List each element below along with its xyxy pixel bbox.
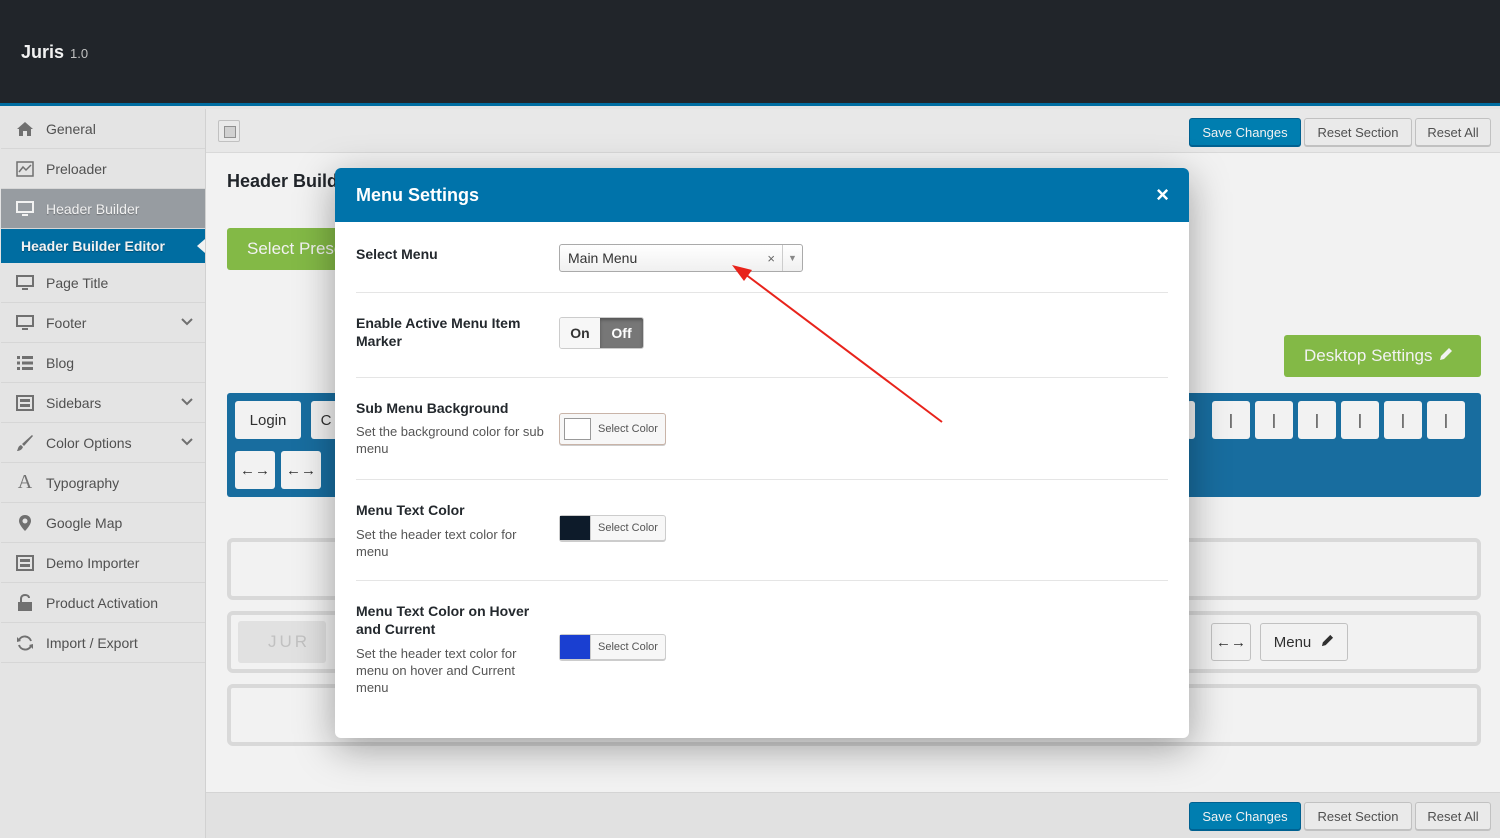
menu-settings-modal: Menu Settings × Select Menu Main Menu × …: [335, 168, 1189, 738]
menu-hover-color-picker[interactable]: Select Color: [559, 634, 666, 660]
menu-select-value: Main Menu: [568, 250, 638, 266]
clear-icon[interactable]: ×: [767, 251, 775, 266]
chevron-down-icon[interactable]: ▼: [782, 245, 802, 271]
select-color-label: Select Color: [598, 522, 658, 534]
menu-hover-color-field: Menu Text Color on Hover and Current Set…: [356, 581, 1168, 738]
toggle-off-option[interactable]: Off: [600, 318, 643, 348]
close-icon[interactable]: ×: [1156, 184, 1169, 206]
menu-hover-color-description: Set the header text color for menu on ho…: [356, 646, 517, 695]
color-swatch: [564, 418, 591, 440]
sub-menu-bg-field: Sub Menu Background Set the background c…: [356, 378, 1168, 480]
active-marker-toggle[interactable]: On Off: [559, 317, 644, 349]
menu-hover-color-label: Menu Text Color on Hover and Current: [356, 603, 530, 637]
menu-text-color-label: Menu Text Color: [356, 502, 465, 518]
select-color-label: Select Color: [598, 641, 658, 653]
menu-text-color-description: Set the header text color for menu: [356, 527, 517, 559]
select-color-label: Select Color: [598, 423, 658, 435]
sub-menu-bg-description: Set the background color for sub menu: [356, 424, 544, 456]
active-marker-field: Enable Active Menu Item Marker: [356, 293, 1168, 378]
menu-text-color-field: Menu Text Color Set the header text colo…: [356, 480, 1168, 581]
sub-menu-bg-label: Sub Menu Background: [356, 400, 509, 416]
menu-text-color-picker[interactable]: Select Color: [559, 515, 666, 541]
sub-menu-bg-color-picker[interactable]: Select Color: [559, 413, 666, 445]
color-swatch: [560, 516, 591, 540]
select-menu-label: Select Menu: [356, 246, 438, 262]
active-marker-label: Enable Active Menu Item Marker: [356, 315, 521, 349]
toggle-on-option[interactable]: On: [560, 318, 600, 348]
modal-title: Menu Settings: [356, 184, 480, 205]
color-swatch: [560, 635, 591, 659]
menu-select[interactable]: Main Menu × ▼: [559, 244, 803, 272]
modal-header: Menu Settings ×: [335, 168, 1189, 222]
